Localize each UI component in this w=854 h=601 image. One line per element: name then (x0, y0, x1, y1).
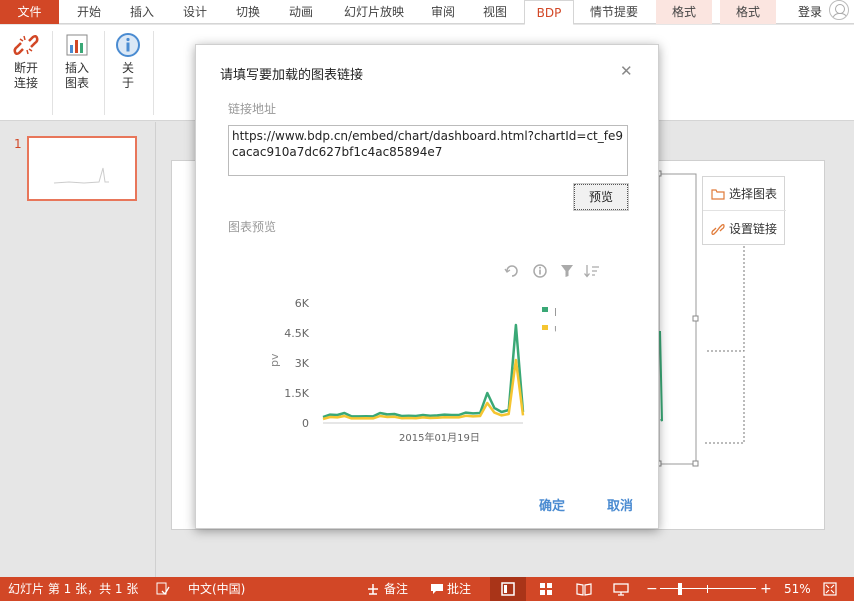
ribbon-tab-bar: 文件 开始 插入 设计 切换 动画 幻灯片放映 审阅 视图 BDP 情节提要 格… (0, 0, 854, 25)
fit-to-window-icon[interactable] (823, 582, 837, 596)
slideshow-icon[interactable] (613, 582, 629, 596)
select-chart-label: 选择图表 (729, 187, 778, 201)
y-axis-label: pv (268, 353, 281, 367)
tab-view[interactable]: 视图 (472, 0, 518, 24)
about-button[interactable]: 关 于 (110, 33, 146, 91)
tab-slideshow[interactable]: 幻灯片放映 (330, 0, 418, 24)
language-status[interactable]: 中文(中国) (188, 577, 245, 601)
tab-transitions[interactable]: 切换 (223, 0, 273, 24)
chart-link-dialog: 请填写要加载的图表链接 ✕ 链接地址 https://www.bdp.cn/em… (195, 44, 659, 529)
y-tick-label: 1.5K (284, 387, 309, 400)
y-tick-label: 6K (295, 297, 310, 310)
about-label-2: 于 (121, 76, 134, 90)
slide-info-text: 幻灯片 第 1 张，共 1 张 (8, 582, 139, 596)
bar-chart-icon (66, 34, 88, 56)
cancel-button[interactable]: 取消 (607, 495, 633, 514)
ribbon-separator (104, 31, 105, 115)
sort-icon[interactable] (584, 265, 600, 278)
tab-file[interactable]: 文件 (0, 0, 59, 24)
disconnect-button[interactable]: 断开 连接 (8, 33, 44, 91)
reading-view-icon[interactable] (576, 582, 592, 596)
chart-url-input[interactable]: https://www.bdp.cn/embed/chart/dashboard… (228, 125, 628, 176)
status-bar: 幻灯片 第 1 张，共 1 张 中文(中国) 备注 批注 − + 51% (0, 577, 854, 601)
link-address-label: 链接地址 (228, 102, 277, 116)
link-icon (711, 224, 725, 235)
ribbon-separator (153, 31, 154, 115)
comments-button[interactable]: 批注 (447, 577, 471, 601)
chart-side-toolbar: 选择图表 设置链接 (702, 176, 786, 246)
legend-label-pv[interactable]: pv (554, 304, 556, 317)
normal-view-button[interactable] (490, 577, 526, 601)
select-chart-button[interactable]: 选择图表 (703, 177, 786, 211)
about-label-1: 关 (121, 61, 134, 75)
tab-home[interactable]: 开始 (64, 0, 114, 24)
chart-preview-label: 图表预览 (228, 220, 277, 234)
slide-number: 1 (14, 137, 22, 151)
line-chart: pv 6K 4.5K 3K 1.5K 0 2015年01月19日 pv uv (268, 297, 556, 444)
zoom-in-icon[interactable]: + (760, 577, 772, 601)
preview-button[interactable]: 预览 (573, 183, 629, 211)
spellcheck-icon[interactable] (156, 582, 170, 596)
tab-review[interactable]: 审阅 (420, 0, 466, 24)
y-axis-ticks: 6K 4.5K 3K 1.5K 0 (284, 297, 309, 430)
tab-animations[interactable]: 动画 (276, 0, 326, 24)
info-icon[interactable] (533, 264, 547, 278)
chart-legend: pv uv (542, 304, 556, 335)
tab-bdp[interactable]: BDP (524, 0, 574, 25)
tab-storyboard[interactable]: 情节提要 (580, 0, 648, 24)
y-tick-label: 0 (302, 417, 309, 430)
notes-icon (368, 584, 378, 595)
disconnect-label-1: 断开 (13, 61, 38, 75)
legend-swatch-pv (542, 307, 548, 312)
x-axis-tick-label: 2015年01月19日 (399, 431, 480, 444)
zoom-level[interactable]: 51% (784, 577, 811, 601)
filter-icon[interactable] (561, 265, 573, 277)
set-link-button[interactable]: 设置链接 (703, 212, 786, 246)
insert-chart-button[interactable]: 插入 图表 (58, 33, 96, 91)
ok-button[interactable]: 确定 (539, 495, 565, 514)
login-link[interactable]: 登录 (790, 0, 830, 24)
folder-icon (711, 189, 725, 200)
tab-design[interactable]: 设计 (170, 0, 220, 24)
series-line-uv (322, 358, 525, 421)
zoom-slider-thumb[interactable] (678, 583, 682, 595)
user-avatar-icon[interactable] (829, 0, 849, 20)
close-icon[interactable]: ✕ (620, 62, 633, 80)
info-icon (116, 33, 140, 57)
legend-swatch-uv (542, 325, 548, 330)
tab-insert[interactable]: 插入 (117, 0, 167, 24)
thumbnail-chart-preview (53, 167, 109, 184)
y-tick-label: 4.5K (284, 327, 309, 340)
ribbon-separator (52, 31, 53, 115)
zoom-slider[interactable] (660, 577, 756, 601)
slide-sorter-icon[interactable] (539, 582, 553, 596)
broken-link-icon (13, 34, 39, 56)
comments-icon (431, 584, 443, 594)
set-link-label: 设置链接 (729, 222, 778, 236)
refresh-icon[interactable] (504, 265, 518, 277)
insert-chart-label-1: 插入 (64, 61, 89, 75)
series-line-pv (322, 323, 525, 419)
tab-format-2[interactable]: 格式 (720, 0, 776, 24)
insert-chart-label-2: 图表 (64, 76, 89, 90)
normal-view-icon (501, 582, 515, 596)
legend-label-uv[interactable]: uv (554, 322, 556, 335)
plot-area (322, 323, 525, 421)
chart-toolbox (504, 264, 600, 278)
notes-button[interactable]: 备注 (384, 577, 408, 601)
tab-format-1[interactable]: 格式 (656, 0, 712, 24)
disconnect-label-2: 连接 (13, 76, 38, 90)
zoom-out-icon[interactable]: − (646, 577, 658, 601)
slide-thumbnail[interactable] (27, 136, 137, 201)
y-tick-label: 3K (295, 357, 310, 370)
dialog-title: 请填写要加载的图表链接 (220, 68, 364, 83)
